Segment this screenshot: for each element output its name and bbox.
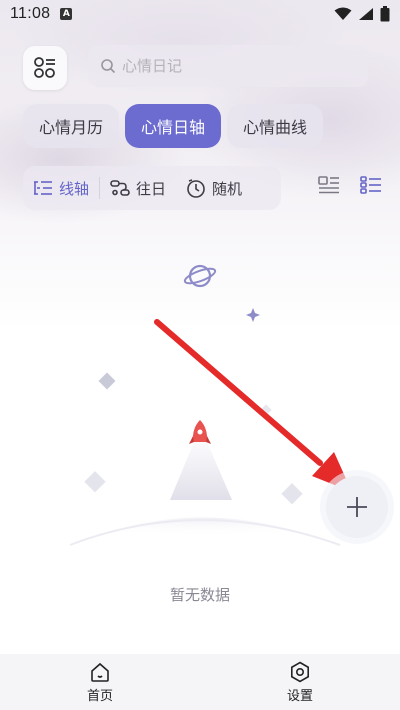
star-icon — [246, 308, 260, 322]
tab-mood-curve[interactable]: 心情曲线 — [227, 104, 324, 148]
diamond-shape — [84, 471, 106, 493]
rocket-icon — [189, 420, 211, 444]
planet-icon — [183, 264, 217, 288]
layout-toggle — [318, 176, 382, 194]
nav-settings[interactable]: 设置 — [200, 654, 400, 710]
signal-icon — [359, 8, 373, 20]
grid-menu-icon — [34, 57, 55, 78]
view-mode-bar: 线轴 往日 随机 — [23, 166, 281, 210]
view-random-label: 随机 — [212, 179, 243, 198]
search-input[interactable] — [122, 57, 342, 75]
wifi-icon — [334, 7, 352, 20]
view-history-label: 往日 — [136, 179, 167, 198]
home-icon — [91, 662, 109, 682]
empty-state-text: 暂无数据 — [169, 586, 230, 604]
status-time: 11:08 — [10, 5, 51, 22]
view-random-button[interactable]: 随机 — [186, 178, 242, 199]
view-divider — [99, 177, 101, 199]
view-history-button[interactable]: 往日 — [110, 178, 166, 199]
nav-home[interactable]: 首页 — [0, 654, 200, 710]
nav-home-label: 首页 — [86, 688, 113, 704]
status-icons — [334, 6, 390, 22]
view-timeline-button[interactable]: 线轴 — [33, 178, 89, 199]
detail-list-icon[interactable] — [360, 176, 382, 194]
tab-mood-calendar[interactable]: 心情月历 — [23, 104, 120, 148]
bottom-navigation: 首页 设置 — [0, 654, 400, 710]
gear-icon — [291, 661, 309, 682]
mood-tabs: 心情月历 心情日轴 心情曲线 — [23, 104, 324, 148]
plus-icon — [347, 497, 367, 517]
tab-mood-timeline[interactable]: 心情日轴 — [125, 104, 222, 148]
nav-settings-label: 设置 — [286, 688, 313, 704]
search-bar[interactable] — [88, 45, 368, 87]
clock-icon — [187, 179, 205, 198]
battery-icon — [380, 6, 390, 22]
light-beam — [170, 442, 232, 500]
card-list-icon[interactable] — [318, 176, 340, 194]
menu-button[interactable] — [23, 46, 67, 90]
history-icon — [110, 180, 130, 196]
status-bar: 11:08 A — [0, 0, 400, 28]
diamond-shape — [281, 483, 303, 505]
timeline-icon — [34, 181, 52, 195]
notification-icon: A — [60, 8, 73, 20]
search-icon — [101, 59, 116, 74]
add-entry-button[interactable] — [326, 476, 388, 538]
view-timeline-label: 线轴 — [59, 179, 90, 198]
diamond-shape — [98, 372, 116, 390]
